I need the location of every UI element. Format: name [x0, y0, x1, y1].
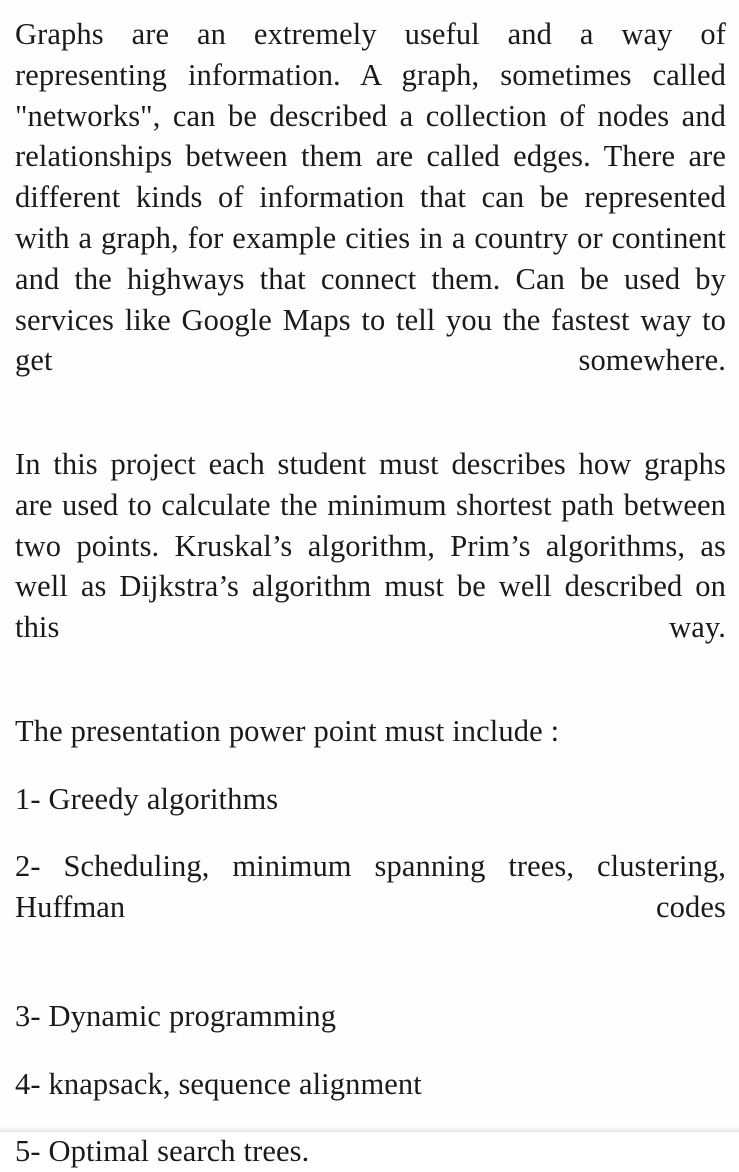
- list-item-2: 2- Scheduling, minimum spanning trees, c…: [15, 849, 726, 925]
- list-item-5: 5- Optimal search trees.: [15, 1134, 310, 1169]
- document-page: Graphs are an extremely useful and a way…: [0, 0, 739, 1168]
- list-item-3: 3- Dynamic programming: [15, 998, 337, 1033]
- list-item-1: 1- Greedy algorithms: [15, 781, 279, 816]
- requirements-heading: The presentation power point must includ…: [15, 713, 560, 748]
- paragraph-graphs-intro: Graphs are an extremely useful and a way…: [15, 17, 726, 378]
- list-item-4: 4- knapsack, sequence alignment: [15, 1066, 422, 1101]
- paragraph-project-description: In this project each student must descri…: [15, 446, 726, 645]
